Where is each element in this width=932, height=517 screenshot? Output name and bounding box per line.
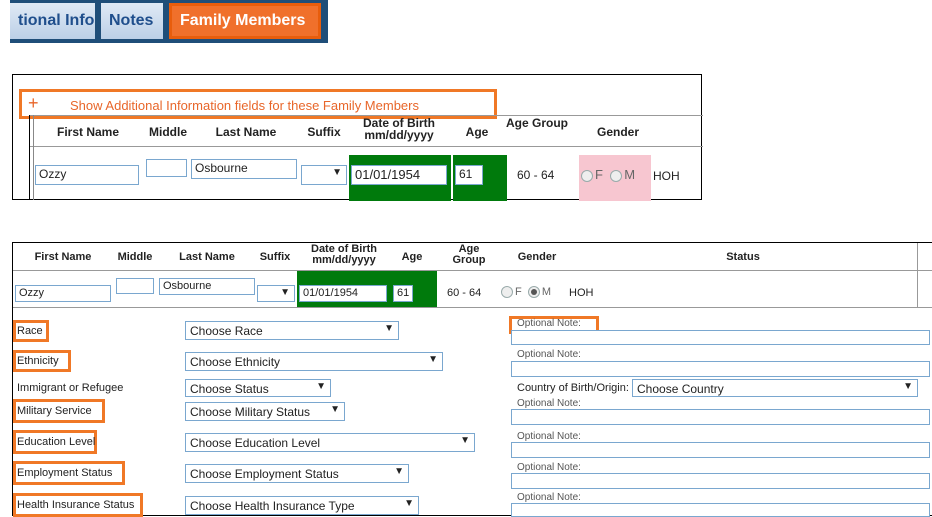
col-age-2: Age — [401, 251, 423, 263]
chevron-down-icon: ▼ — [384, 323, 394, 334]
col-first-name-2: First Name — [34, 251, 92, 263]
col-middle-2: Middle — [117, 251, 153, 263]
education-note-input[interactable] — [511, 442, 930, 458]
chevron-down-icon: ▼ — [903, 381, 913, 392]
radio-female[interactable] — [581, 169, 593, 182]
tab-strip: tional Info Notes Family Members — [10, 0, 328, 43]
race-note-input[interactable] — [511, 330, 930, 345]
col-suffix-2: Suffix — [259, 251, 291, 263]
age-input[interactable]: 61 — [455, 165, 483, 185]
col-age-group-2: Age Group — [452, 243, 486, 266]
military-label: Military Service — [17, 405, 92, 417]
employment-note-label: Optional Note: — [517, 462, 581, 473]
chevron-down-icon: ▼ — [330, 404, 340, 415]
immigrant-note-label: Optional Note: — [517, 398, 581, 409]
col-middle: Middle — [149, 125, 187, 139]
first-name-input-2[interactable]: Ozzy — [15, 285, 111, 302]
col-last-name-2: Last Name — [179, 251, 235, 263]
suffix-select-2[interactable]: ▼ — [257, 285, 295, 302]
col-suffix: Suffix — [307, 125, 341, 139]
employment-note-input[interactable] — [511, 473, 930, 489]
country-label: Country of Birth/Origin: — [517, 382, 629, 394]
first-name-input[interactable]: Ozzy — [35, 165, 139, 185]
col-gender-2: Gender — [517, 251, 557, 263]
col-dob: Date of Birth mm/dd/yyyy — [363, 116, 435, 142]
family-members-table-expanded: First Name Middle Last Name Suffix Date … — [12, 242, 932, 517]
dob-input-2[interactable]: 01/01/1954 — [299, 285, 387, 302]
immigrant-note-input[interactable] — [511, 409, 930, 425]
radio-male[interactable] — [610, 169, 623, 182]
col-status: Status — [726, 251, 760, 263]
family-members-table-collapsed: + Show Additional Information fields for… — [12, 74, 703, 201]
immigrant-select[interactable]: Choose Status ▼ — [185, 379, 331, 397]
chevron-down-icon: ▼ — [332, 167, 342, 178]
ethnicity-note-label: Optional Note: — [517, 349, 581, 360]
chevron-down-icon: ▼ — [404, 498, 414, 509]
race-note-label: Optional Note: — [517, 318, 581, 329]
chevron-down-icon: ▼ — [316, 381, 326, 392]
show-additional-info-text: Show Additional Information fields for t… — [70, 98, 419, 113]
radio-female-2[interactable] — [501, 286, 513, 299]
tab-notes[interactable]: Notes — [101, 3, 163, 39]
health-note-input[interactable] — [511, 503, 930, 517]
health-label: Health Insurance Status — [17, 499, 135, 511]
col-last-name: Last Name — [215, 125, 277, 139]
chevron-down-icon: ▼ — [428, 354, 438, 365]
suffix-select[interactable]: ▼ — [301, 165, 347, 185]
middle-input[interactable] — [146, 159, 187, 177]
education-label: Education Level — [17, 436, 96, 448]
education-select[interactable]: Choose Education Level ▼ — [185, 433, 475, 452]
education-note-label: Optional Note: — [517, 431, 581, 442]
race-label: Race — [17, 325, 43, 337]
radio-male-2[interactable] — [527, 286, 540, 299]
age-group-value-2: 60 - 64 — [447, 287, 482, 299]
col-first-name: First Name — [56, 125, 120, 139]
col-dob-2: Date of Birth mm/dd/yyyy — [311, 243, 377, 266]
tab-additional-info[interactable]: tional Info — [10, 3, 95, 39]
relation-value-2: HOH — [569, 287, 594, 299]
last-name-input[interactable]: Osbourne — [191, 159, 297, 179]
relation-value: HOH — [653, 169, 680, 183]
chevron-down-icon: ▼ — [280, 287, 290, 298]
ethnicity-select[interactable]: Choose Ethnicity ▼ — [185, 352, 443, 371]
chevron-down-icon: ▼ — [460, 435, 470, 446]
tab-family-members[interactable]: Family Members — [169, 3, 321, 39]
health-note-label: Optional Note: — [517, 492, 581, 503]
military-select[interactable]: Choose Military Status ▼ — [185, 402, 345, 421]
immigrant-label: Immigrant or Refugee — [17, 382, 124, 394]
middle-input-2[interactable] — [116, 278, 154, 294]
employment-select[interactable]: Choose Employment Status ▼ — [185, 464, 409, 483]
ethnicity-note-input[interactable] — [511, 361, 930, 377]
race-select[interactable]: Choose Race ▼ — [185, 321, 399, 340]
employment-label: Employment Status — [17, 467, 113, 479]
col-age: Age — [465, 125, 489, 139]
chevron-down-icon: ▼ — [394, 466, 404, 477]
ethnicity-label: Ethnicity — [17, 355, 59, 367]
country-select[interactable]: Choose Country ▼ — [632, 379, 918, 397]
age-group-value: 60 - 64 — [517, 168, 555, 182]
plus-icon: + — [28, 93, 39, 113]
dob-input[interactable]: 01/01/1954 — [351, 165, 447, 185]
gender-radios-2[interactable]: F M — [501, 286, 551, 299]
last-name-input-2[interactable]: Osbourne — [159, 278, 255, 295]
age-input-2[interactable]: 61 — [393, 285, 413, 302]
health-select[interactable]: Choose Health Insurance Type ▼ — [185, 496, 419, 515]
col-age-group: Age Group — [506, 116, 568, 130]
col-gender: Gender — [596, 125, 639, 139]
gender-radios[interactable]: F M — [581, 167, 635, 182]
